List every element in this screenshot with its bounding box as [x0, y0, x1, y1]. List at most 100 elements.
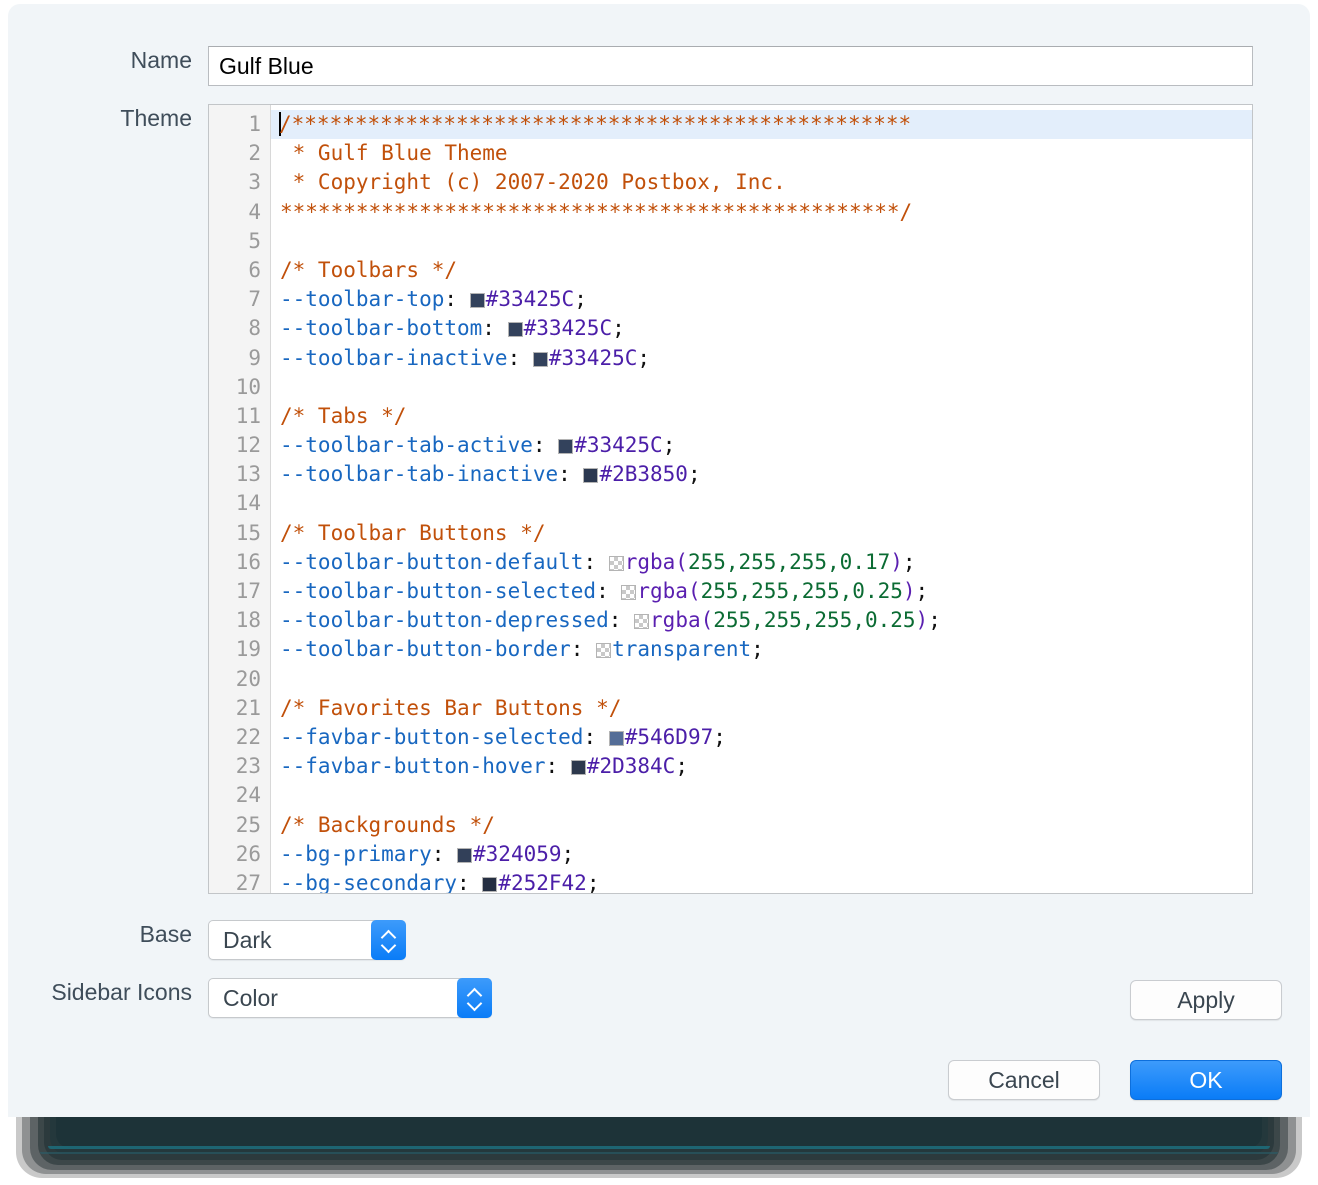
background-window-accent [48, 1146, 1270, 1149]
line-number: 19 [235, 637, 261, 662]
color-swatch[interactable] [507, 322, 523, 338]
line-number: 3 [248, 170, 261, 195]
semicolon: ; [637, 345, 651, 370]
line-number: 21 [235, 695, 261, 720]
comment-token: /* Toolbar Buttons */ [280, 520, 546, 545]
semicolon: ; [751, 637, 764, 662]
line-number: 8 [248, 316, 261, 341]
semicolon: ; [561, 841, 575, 866]
css-property: --toolbar-button-depressed [280, 608, 609, 633]
base-label: Base [139, 921, 192, 947]
css-value: rgba(255,255,255,0.17) [624, 549, 903, 574]
color-swatch[interactable] [608, 730, 624, 746]
theme-field-row: Theme 1 2 3 4 5 6 7 8 9 10 11 12 13 14 1… [8, 104, 1253, 894]
color-swatch[interactable] [621, 585, 637, 600]
color-swatch[interactable] [596, 643, 612, 659]
color-swatch[interactable] [558, 439, 574, 455]
line-number: 15 [235, 520, 261, 545]
apply-button[interactable]: Apply [1130, 980, 1282, 1020]
css-value: transparent [612, 637, 752, 662]
sidebar-icons-select[interactable]: Color [208, 978, 492, 1018]
cancel-button[interactable]: Cancel [948, 1060, 1100, 1100]
base-select[interactable]: Dark [208, 920, 406, 960]
css-value: #33425C [485, 287, 575, 312]
code-line: --toolbar-button-border: transparent; [271, 635, 1252, 664]
line-number: 11 [235, 403, 261, 428]
code-line: --toolbar-bottom: #33425C; [271, 314, 1252, 343]
line-number: 13 [235, 462, 261, 487]
code-line: --toolbar-tab-active: #33425C; [271, 431, 1252, 460]
css-property: --toolbar-tab-active [280, 433, 533, 458]
color-swatch[interactable] [469, 293, 485, 309]
css-property: --toolbar-top [280, 287, 445, 312]
background-window-accent [40, 1152, 1278, 1154]
color-swatch[interactable] [583, 468, 599, 484]
theme-code-editor[interactable]: 1 2 3 4 5 6 7 8 9 10 11 12 13 14 15 16 1 [208, 104, 1253, 894]
css-property: --toolbar-tab-inactive [280, 462, 559, 487]
line-number: 23 [235, 754, 261, 779]
line-number: 25 [235, 812, 261, 837]
code-line: /***************************************… [271, 110, 1252, 140]
line-number: 7 [248, 287, 261, 312]
sidebar-icons-label: Sidebar Icons [51, 979, 192, 1005]
line-number: 22 [235, 724, 261, 749]
color-swatch[interactable] [570, 760, 586, 776]
colon: : [431, 841, 458, 866]
code-line: --favbar-button-hover: #2D384C; [271, 752, 1252, 781]
comment-token: /* Favorites Bar Buttons */ [280, 695, 622, 720]
line-number: 18 [235, 608, 261, 633]
code-line: /* Toolbar Buttons */ [271, 519, 1252, 548]
color-swatch[interactable] [608, 555, 624, 571]
colon: : [570, 637, 597, 662]
chevron-down-icon [467, 1000, 482, 1008]
comment-token: * Copyright (c) 2007-2020 Postbox, Inc. [280, 170, 786, 195]
base-field-row: Base Dark [8, 920, 406, 960]
line-number: 12 [235, 433, 261, 458]
css-value: #324059 [473, 841, 562, 866]
css-property: --toolbar-inactive [280, 345, 508, 370]
semicolon: ; [928, 608, 941, 633]
line-number: 27 [235, 870, 261, 894]
semicolon: ; [586, 870, 600, 893]
name-input[interactable] [208, 46, 1253, 86]
comment-token: /* Tabs */ [280, 403, 407, 428]
chevron-updown-icon[interactable] [371, 920, 406, 960]
css-value: #2B3850 [599, 462, 688, 487]
code-line: --favbar-button-selected: #546D97; [271, 723, 1252, 752]
color-swatch[interactable] [457, 847, 473, 863]
line-number: 10 [235, 374, 261, 399]
ok-button[interactable]: OK [1130, 1060, 1282, 1100]
code-line: * Copyright (c) 2007-2020 Postbox, Inc. [271, 168, 1252, 197]
css-property: --toolbar-button-default [280, 549, 584, 574]
line-number: 20 [235, 666, 261, 691]
sidebar-icons-select-value: Color [223, 985, 278, 1011]
line-number: 26 [235, 841, 261, 866]
color-swatch[interactable] [482, 876, 498, 892]
screen: Name Theme 1 2 3 4 5 6 7 8 9 10 11 [0, 0, 1318, 1185]
css-property: --toolbar-button-border [280, 637, 571, 662]
editor-code-area[interactable]: /***************************************… [271, 105, 1252, 893]
sidebar-icons-field-row: Sidebar Icons Color [8, 978, 492, 1018]
code-line: /* Toolbars */ [271, 256, 1252, 285]
name-field-row: Name [8, 46, 1253, 86]
comment-token: /***************************************… [279, 112, 912, 136]
color-swatch[interactable] [634, 614, 650, 630]
colon: : [457, 870, 483, 893]
code-line: --bg-primary: #324059; [271, 840, 1252, 869]
code-line: ****************************************… [271, 198, 1252, 227]
code-line: --toolbar-tab-inactive: #2B3850; [271, 460, 1252, 489]
editor-line-number-gutter: 1 2 3 4 5 6 7 8 9 10 11 12 13 14 15 16 1 [209, 105, 271, 893]
line-number: 24 [235, 783, 261, 808]
color-swatch[interactable] [532, 351, 548, 367]
comment-token: * Gulf Blue Theme [280, 141, 508, 166]
line-number: 6 [248, 257, 261, 282]
chevron-updown-icon[interactable] [457, 978, 492, 1018]
line-number: 16 [235, 549, 261, 574]
line-number: 17 [235, 579, 261, 603]
semicolon: ; [612, 316, 625, 341]
css-value: rgba(255,255,255,0.25) [637, 579, 916, 603]
css-value: #252F42 [498, 870, 587, 893]
